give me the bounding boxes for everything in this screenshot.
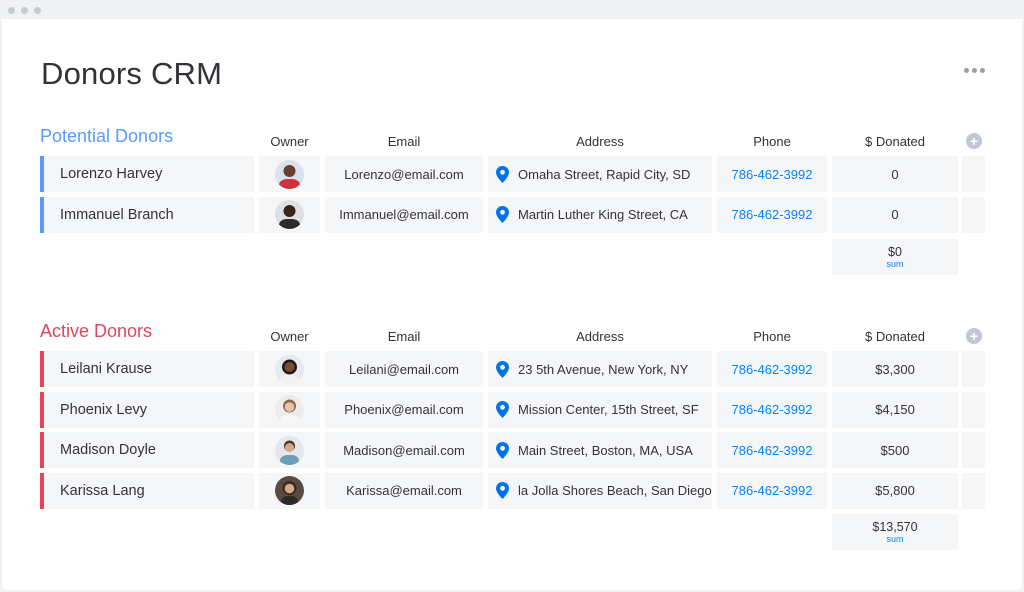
item-name[interactable]: Madison Doyle xyxy=(40,432,254,468)
window-dot-icon[interactable] xyxy=(21,7,28,14)
empty-cell[interactable] xyxy=(962,196,985,233)
address-cell[interactable]: Main Street, Boston, MA, USA xyxy=(488,432,712,468)
empty-cell[interactable] xyxy=(962,472,985,509)
avatar xyxy=(275,159,304,189)
location-pin-icon xyxy=(496,206,509,223)
email-cell[interactable]: Immanuel@email.com xyxy=(325,196,483,233)
table-row: Karissa Lang Karissa@email.com la Jolla … xyxy=(40,472,990,514)
location-pin-icon xyxy=(496,360,509,378)
column-header-address[interactable]: Address xyxy=(488,329,712,344)
column-header-owner[interactable]: Owner xyxy=(259,329,320,344)
phone-link[interactable]: 786-462-3992 xyxy=(717,351,827,387)
phone-link[interactable]: 786-462-3992 xyxy=(717,156,827,192)
email-cell[interactable]: Phoenix@email.com xyxy=(325,391,483,428)
group-active-donors: Active Donors Owner Email Address Phone … xyxy=(40,317,990,550)
address-cell[interactable]: Omaha Street, Rapid City, SD xyxy=(488,156,712,192)
avatar xyxy=(275,354,304,384)
column-header-owner[interactable]: Owner xyxy=(259,134,320,149)
column-header-address[interactable]: Address xyxy=(488,134,712,149)
address-cell[interactable]: Mission Center, 15th Street, SF xyxy=(488,391,712,428)
email-cell[interactable]: Madison@email.com xyxy=(325,432,483,468)
address-text: Mission Center, 15th Street, SF xyxy=(518,402,699,417)
window-dot-icon[interactable] xyxy=(8,7,15,14)
location-pin-icon xyxy=(496,401,509,418)
address-cell[interactable]: la Jolla Shores Beach, San Diego xyxy=(488,472,712,509)
address-cell[interactable]: Martin Luther King Street, CA xyxy=(488,196,712,233)
phone-link[interactable]: 786-462-3992 xyxy=(717,432,827,468)
group-header: Potential Donors Owner Email Address Pho… xyxy=(40,122,990,156)
avatar xyxy=(275,200,304,229)
address-text: Main Street, Boston, MA, USA xyxy=(518,442,693,458)
empty-cell[interactable] xyxy=(962,156,985,192)
owner-cell[interactable] xyxy=(259,472,320,509)
window-titlebar xyxy=(2,2,1022,19)
column-header-phone[interactable]: Phone xyxy=(717,134,827,149)
sum-cell: $0 sum xyxy=(832,239,958,275)
table-row: Lorenzo Harvey Lorenzo@email.com Omaha S… xyxy=(40,156,990,197)
address-text: la Jolla Shores Beach, San Diego xyxy=(518,483,712,498)
column-header-donated[interactable]: $ Donated xyxy=(832,134,958,149)
phone-link[interactable]: 786-462-3992 xyxy=(717,196,827,233)
item-name[interactable]: Lorenzo Harvey xyxy=(40,156,254,192)
donated-cell[interactable]: $4,150 xyxy=(832,391,958,428)
sum-cell: $13,570 sum xyxy=(832,514,958,550)
donated-cell[interactable]: 0 xyxy=(832,196,958,233)
add-column-plus-icon[interactable]: + xyxy=(966,133,982,149)
crm-window: Donors CRM Potential Donors Owner Email … xyxy=(2,2,1022,590)
location-pin-icon xyxy=(496,441,509,459)
email-cell[interactable]: Leilani@email.com xyxy=(325,351,483,387)
group-potential-donors: Potential Donors Owner Email Address Pho… xyxy=(40,122,990,275)
table-row: Leilani Krause Leilani@email.com 23 5th … xyxy=(40,351,990,392)
email-cell[interactable]: Karissa@email.com xyxy=(325,472,483,509)
address-text: 23 5th Avenue, New York, NY xyxy=(518,361,689,377)
address-text: Omaha Street, Rapid City, SD xyxy=(518,166,691,182)
more-options-icon[interactable] xyxy=(960,60,988,80)
owner-cell[interactable] xyxy=(259,351,320,387)
item-name[interactable]: Phoenix Levy xyxy=(40,391,254,428)
table-row: Immanuel Branch Immanuel@email.com Marti… xyxy=(40,196,990,238)
item-name[interactable]: Leilani Krause xyxy=(40,351,254,387)
donated-cell[interactable]: $3,300 xyxy=(832,351,958,387)
owner-cell[interactable] xyxy=(259,432,320,468)
item-name[interactable]: Immanuel Branch xyxy=(40,196,254,233)
column-header-donated[interactable]: $ Donated xyxy=(832,329,958,344)
item-name[interactable]: Karissa Lang xyxy=(40,472,254,509)
group-header: Active Donors Owner Email Address Phone … xyxy=(40,317,990,351)
donated-cell[interactable]: 0 xyxy=(832,156,958,192)
empty-cell[interactable] xyxy=(962,432,985,468)
address-cell[interactable]: 23 5th Avenue, New York, NY xyxy=(488,351,712,387)
table-row: Phoenix Levy Phoenix@email.com Mission C… xyxy=(40,391,990,433)
board-title: Donors CRM xyxy=(41,56,223,91)
owner-cell[interactable] xyxy=(259,156,320,192)
group-title[interactable]: Active Donors xyxy=(40,321,152,342)
email-cell[interactable]: Lorenzo@email.com xyxy=(325,156,483,192)
sum-label: sum xyxy=(886,259,904,269)
empty-cell[interactable] xyxy=(962,351,985,387)
donated-cell[interactable]: $5,800 xyxy=(832,472,958,509)
column-header-phone[interactable]: Phone xyxy=(717,329,827,344)
owner-cell[interactable] xyxy=(259,391,320,428)
sum-value: $13,570 xyxy=(872,520,918,534)
avatar xyxy=(275,435,304,465)
phone-link[interactable]: 786-462-3992 xyxy=(717,391,827,428)
sum-label: sum xyxy=(886,534,904,544)
sum-value: $0 xyxy=(888,245,902,259)
location-pin-icon xyxy=(496,165,509,183)
avatar xyxy=(275,476,304,505)
phone-link[interactable]: 786-462-3992 xyxy=(717,472,827,509)
owner-cell[interactable] xyxy=(259,196,320,233)
column-header-email[interactable]: Email xyxy=(325,329,483,344)
avatar xyxy=(275,395,304,424)
column-header-email[interactable]: Email xyxy=(325,134,483,149)
location-pin-icon xyxy=(496,482,509,499)
window-dot-icon[interactable] xyxy=(34,7,41,14)
add-column-plus-icon[interactable]: + xyxy=(966,328,982,344)
table-row: Madison Doyle Madison@email.com Main Str… xyxy=(40,432,990,473)
address-text: Martin Luther King Street, CA xyxy=(518,207,688,222)
group-title[interactable]: Potential Donors xyxy=(40,126,173,147)
empty-cell[interactable] xyxy=(962,391,985,428)
donated-cell[interactable]: $500 xyxy=(832,432,958,468)
